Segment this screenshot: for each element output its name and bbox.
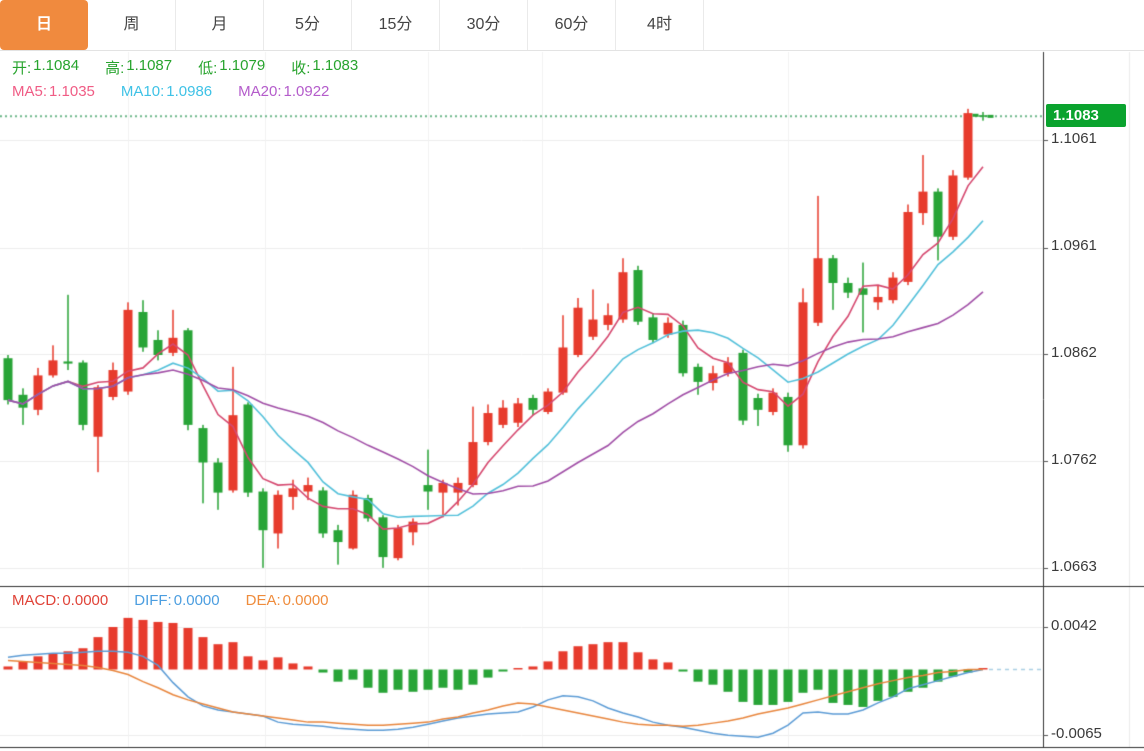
price-tick-label: 1.0663: [1051, 558, 1097, 575]
dea-value: DEA:0.0000: [246, 592, 329, 609]
kline-chart-canvas[interactable]: [0, 0, 1144, 751]
ma10-value: MA10:1.0986: [121, 83, 212, 100]
tab-5min[interactable]: 5分: [264, 0, 352, 50]
macd-tick-label: 0.0042: [1051, 617, 1097, 634]
tab-60min[interactable]: 60分: [528, 0, 616, 50]
tab-15min[interactable]: 15分: [352, 0, 440, 50]
diff-value: DIFF:0.0000: [134, 592, 219, 609]
price-tick-label: 1.0961: [1051, 237, 1097, 254]
tab-day[interactable]: 日: [0, 0, 88, 50]
ma-legend: MA5:1.1035 MA10:1.0986 MA20:1.0922: [12, 83, 329, 100]
macd-value: MACD:0.0000: [12, 592, 108, 609]
tab-30min[interactable]: 30分: [440, 0, 528, 50]
ohlc-high: 高:1.1087: [105, 57, 172, 78]
macd-tick-label: -0.0065: [1051, 725, 1102, 742]
last-price-badge: 1.1083: [1046, 104, 1126, 127]
ma5-value: MA5:1.1035: [12, 83, 95, 100]
ohlc-close: 收:1.1083: [291, 57, 358, 78]
ohlc-legend: 开:1.1084 高:1.1087 低:1.1079 收:1.1083: [12, 57, 358, 78]
price-tick-label: 1.0762: [1051, 451, 1097, 468]
trading-chart-app: 日 周 月 5分 15分 30分 60分 4时 开:1.1084 高:1.108…: [0, 0, 1144, 751]
tab-month[interactable]: 月: [176, 0, 264, 50]
ohlc-open: 开:1.1084: [12, 57, 79, 78]
tab-4hour[interactable]: 4时: [616, 0, 704, 50]
timeframe-tabbar: 日 周 月 5分 15分 30分 60分 4时: [0, 0, 1144, 51]
macd-legend: MACD:0.0000 DIFF:0.0000 DEA:0.0000: [12, 592, 329, 609]
tab-week[interactable]: 周: [88, 0, 176, 50]
ohlc-low: 低:1.1079: [198, 57, 265, 78]
ma20-value: MA20:1.0922: [238, 83, 329, 100]
price-tick-label: 1.1061: [1051, 130, 1097, 147]
price-tick-label: 1.0862: [1051, 344, 1097, 361]
